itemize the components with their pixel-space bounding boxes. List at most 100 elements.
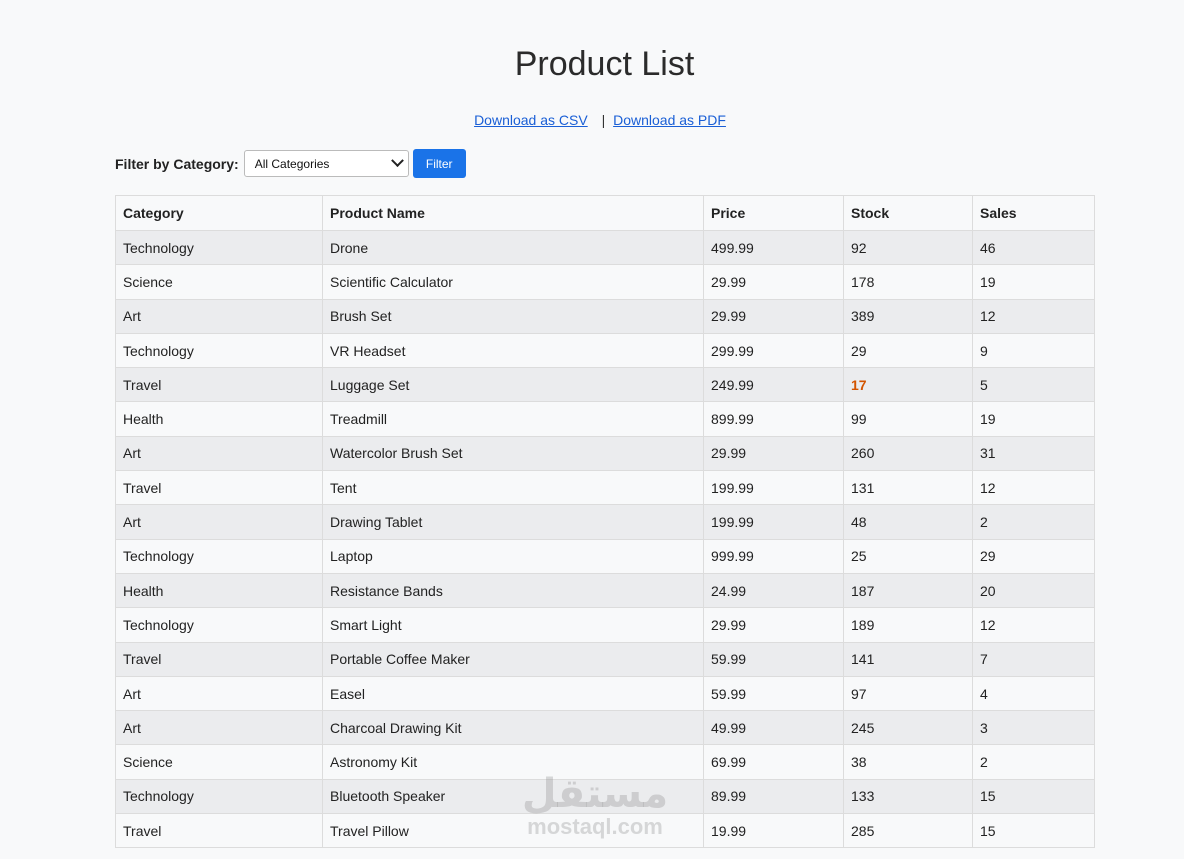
cell-stock: 260 [843,435,973,472]
table-row: Science Astronomy Kit 69.99 38 2 [115,744,1095,780]
cell-category: Technology [115,332,323,369]
cell-price: 199.99 [703,504,844,540]
table-row: Technology Drone 499.99 92 46 [115,229,1095,266]
cell-sales: 15 [972,778,1095,815]
cell-stock: 178 [843,264,973,300]
cell-price: 89.99 [703,778,844,815]
cell-stock: 389 [843,298,973,334]
page-title: Product List [514,45,695,83]
cell-category: Science [115,264,323,300]
table-row: Art Easel 59.99 97 4 [115,675,1095,712]
cell-sales: 12 [972,470,1095,506]
cell-product-name: VR Headset [322,332,704,369]
cell-price: 49.99 [703,710,844,746]
cell-stock: 38 [843,744,973,780]
table-row: Art Charcoal Drawing Kit 49.99 245 3 [115,710,1095,746]
cell-product-name: Luggage Set [322,367,704,403]
cell-stock: 48 [843,504,973,540]
cell-sales: 20 [972,572,1095,609]
header-category[interactable]: Category [115,195,323,231]
header-price[interactable]: Price [703,195,844,231]
cell-category: Technology [115,538,323,574]
header-product-name[interactable]: Product Name [322,195,704,231]
link-separator: | [601,112,606,128]
cell-product-name: Easel [322,675,704,712]
cell-product-name: Resistance Bands [322,572,704,609]
cell-product-name: Bluetooth Speaker [322,778,704,815]
cell-sales: 5 [972,367,1095,403]
table-row: Technology Bluetooth Speaker 89.99 133 15 [115,778,1095,815]
cell-category: Technology [115,778,323,815]
cell-stock: 99 [843,401,973,437]
cell-sales: 29 [972,538,1095,574]
cell-price: 29.99 [703,435,844,472]
cell-price: 199.99 [703,470,844,506]
filter-form: Filter by Category: All Categories Filte… [115,149,466,178]
cell-category: Art [115,675,323,712]
table-row: Health Treadmill 899.99 99 19 [115,401,1095,437]
table-row: Technology VR Headset 299.99 29 9 [115,332,1095,369]
cell-sales: 19 [972,401,1095,437]
cell-category: Technology [115,607,323,643]
cell-product-name: Drone [322,229,704,266]
cell-category: Art [115,298,323,334]
cell-product-name: Watercolor Brush Set [322,435,704,472]
category-select-value: All Categories [254,156,330,171]
table-row: Travel Luggage Set 249.99 17 5 [115,367,1095,403]
cell-stock: 187 [843,572,973,609]
cell-stock: 29 [843,332,973,369]
filter-button[interactable]: Filter [412,149,466,178]
download-csv-link[interactable]: Download as CSV [474,112,588,128]
cell-product-name: Tent [322,470,704,506]
table-row: Technology Laptop 999.99 25 29 [115,538,1095,574]
cell-product-name: Smart Light [322,607,704,643]
table-row: Science Scientific Calculator 29.99 178 19 [115,264,1095,300]
download-links: Download as CSV | Download as PDF [0,112,1184,128]
table-body: Technology Drone 499.99 92 46 Science Scientif… [115,229,1095,849]
cell-stock: 25 [843,538,973,574]
cell-stock: 92 [843,229,973,266]
table-row: Health Resistance Bands 24.99 187 20 [115,572,1095,609]
cell-price: 249.99 [703,367,844,403]
cell-product-name: Charcoal Drawing Kit [322,710,704,746]
product-table: Category Product Name Price Stock Sales … [115,195,1095,849]
page: Product List Download as CSV | Download … [0,0,1184,859]
cell-price: 69.99 [703,744,844,780]
category-select[interactable]: All Categories [243,150,409,177]
cell-sales: 2 [972,504,1095,540]
cell-price: 29.99 [703,607,844,643]
cell-category: Technology [115,229,323,266]
cell-sales: 46 [972,229,1095,266]
cell-sales: 7 [972,641,1095,677]
cell-category: Art [115,504,323,540]
table-row: Art Watercolor Brush Set 29.99 260 31 [115,435,1095,472]
cell-price: 59.99 [703,641,844,677]
cell-stock: 245 [843,710,973,746]
cell-stock: 97 [843,675,973,712]
cell-price: 299.99 [703,332,844,369]
cell-category: Health [115,401,323,437]
cell-price: 19.99 [703,813,844,849]
cell-category: Travel [115,367,323,403]
table-row: Travel Travel Pillow 19.99 285 15 [115,813,1095,849]
table-header-row: Category Product Name Price Stock Sales [115,195,1095,231]
cell-category: Health [115,572,323,609]
cell-stock: 285 [843,813,973,849]
cell-price: 499.99 [703,229,844,266]
header-stock[interactable]: Stock [843,195,973,231]
download-pdf-link[interactable]: Download as PDF [613,112,726,128]
cell-price: 24.99 [703,572,844,609]
table-row: Travel Tent 199.99 131 12 [115,470,1095,506]
cell-product-name: Laptop [322,538,704,574]
cell-sales: 2 [972,744,1095,780]
filter-label: Filter by Category: [115,155,239,172]
cell-product-name: Portable Coffee Maker [322,641,704,677]
cell-price: 59.99 [703,675,844,712]
header-sales[interactable]: Sales [972,195,1095,231]
cell-stock: 17 [843,367,973,403]
cell-category: Travel [115,470,323,506]
cell-stock: 141 [843,641,973,677]
cell-price: 999.99 [703,538,844,574]
cell-product-name: Drawing Tablet [322,504,704,540]
cell-price: 29.99 [703,264,844,300]
